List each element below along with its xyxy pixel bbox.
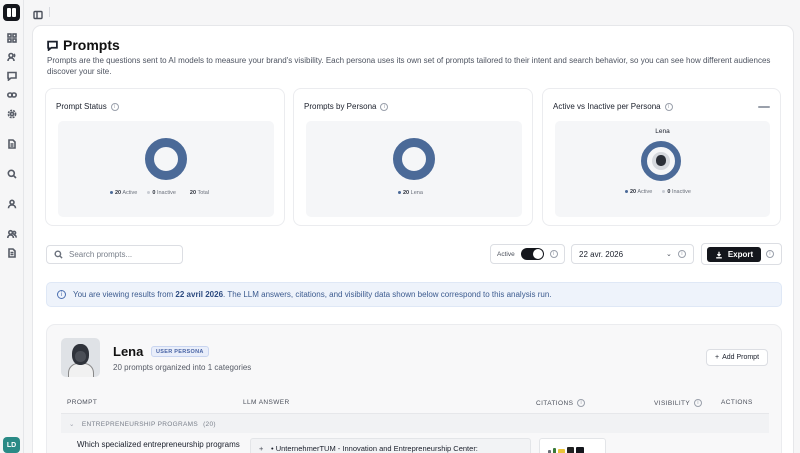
page-title: Prompts (63, 37, 120, 53)
legend-active: 20 Active (110, 190, 137, 196)
info-icon: i (57, 290, 66, 299)
card-title: Active vs Inactive per Persona i (553, 102, 673, 111)
report-icon[interactable] (6, 247, 17, 258)
active-inactive-legend: 20 Active 0 Inactive (625, 189, 691, 195)
chevron-down-icon: ⌄ (666, 251, 672, 258)
card-title: Prompt Status i (56, 102, 119, 111)
x-favicon-icon (576, 447, 584, 453)
legend-active: 20 Active (625, 189, 652, 195)
persona-summary: 20 prompts organized into 1 categories (113, 363, 252, 372)
favicon-icon (553, 448, 556, 453)
sidebar-toggle-icon[interactable] (33, 7, 43, 20)
user-avatar[interactable]: LD (3, 437, 20, 453)
info-icon[interactable]: i (678, 250, 686, 258)
main-panel: Prompts Prompts are the questions sent t… (32, 25, 794, 453)
export-label: Export (727, 250, 754, 259)
active-toggle[interactable] (520, 248, 544, 260)
category-count: (20) (203, 421, 216, 428)
analysis-date-banner: i You are viewing results from 22 avril … (46, 282, 782, 307)
info-icon[interactable]: i (664, 102, 673, 111)
search-input[interactable] (69, 250, 169, 259)
favicon-icon (558, 449, 565, 453)
info-icon[interactable]: i (577, 399, 586, 407)
date-select[interactable]: 22 avr. 2026 ⌄ i (571, 244, 694, 264)
expand-plus-icon[interactable]: + (259, 444, 263, 453)
info-icon[interactable]: i (549, 250, 558, 258)
plus-icon: + (714, 354, 720, 361)
prompts-by-persona-card: Prompts by Persona i 20 Lena (293, 88, 533, 226)
date-select-value: 22 avr. 2026 (579, 249, 624, 259)
column-header-visibility: VISIBILITY i (654, 399, 703, 407)
collapse-icon[interactable] (758, 106, 770, 108)
prompts-chat-icon[interactable] (6, 70, 17, 81)
app-logo-icon[interactable] (3, 4, 20, 21)
persona-name: Lena (113, 344, 144, 359)
page-description: Prompts are the questions sent to AI mod… (47, 56, 771, 76)
search-box[interactable] (46, 245, 183, 264)
info-icon[interactable]: i (694, 399, 703, 407)
active-filter: Active i (490, 244, 565, 264)
persona-legend: 20 Lena (398, 190, 423, 196)
topbar-divider (49, 7, 50, 17)
card-title: Prompts by Persona i (304, 102, 389, 111)
dashboard-icon[interactable] (6, 32, 17, 43)
column-header-prompt: PROMPT (67, 399, 98, 406)
active-vs-inactive-card: Active vs Inactive per Persona i Lena 20… (542, 88, 781, 226)
info-icon[interactable]: i (110, 102, 119, 111)
chevron-down-icon: ⌄ (69, 421, 75, 428)
column-header-actions: ACTIONS (721, 399, 753, 406)
search-icon (54, 250, 63, 259)
user-icon[interactable] (6, 198, 17, 209)
prompts-chat-icon (47, 40, 58, 51)
persona-panel: Lena USER PERSONA 20 prompts organized i… (46, 324, 782, 453)
team-icon[interactable] (6, 228, 17, 239)
search-icon[interactable] (6, 168, 17, 179)
legend-lena: 20 Lena (398, 190, 423, 196)
document-icon[interactable] (6, 138, 17, 149)
left-sidebar: LD (0, 0, 24, 453)
prompt-cell: Which specialized entrepreneurship progr… (77, 440, 240, 449)
settings-gear-icon[interactable] (6, 108, 17, 119)
category-name: ENTREPRENEURSHIP PROGRAMS (81, 421, 198, 428)
legend-inactive: 0 Inactive (147, 190, 176, 196)
persona-type-badge: USER PERSONA (151, 346, 209, 357)
export-button[interactable]: Export (707, 247, 761, 262)
column-header-llm-answer: LLM ANSWER (243, 399, 290, 406)
active-filter-label: Active (497, 250, 515, 258)
persona-avatar (61, 338, 100, 377)
citations-cell[interactable] (539, 438, 606, 453)
legend-total: 20 Total (189, 190, 210, 196)
persona-chart-label: Lena (655, 128, 670, 135)
status-donut-chart (145, 138, 187, 180)
info-icon[interactable]: i (766, 250, 774, 258)
users-icon[interactable] (6, 51, 17, 62)
status-legend: 20 Active 0 Inactive 20 Total (110, 190, 209, 196)
persona-avatar-mini (652, 152, 670, 170)
banner-text: You are viewing results from 22 avril 20… (73, 290, 552, 299)
chart-area: 20 Lena (306, 121, 522, 217)
export-group: Export i (701, 243, 782, 265)
info-icon[interactable]: i (380, 102, 389, 111)
prompt-status-card: Prompt Status i 20 Active 0 Inactive 20 … (45, 88, 285, 226)
link-icon[interactable] (6, 89, 17, 100)
download-icon (716, 251, 722, 258)
chart-area: 20 Active 0 Inactive 20 Total (58, 121, 274, 217)
chart-area: Lena 20 Active 0 Inactive (555, 121, 770, 217)
persona-donut-chart (393, 138, 435, 180)
favicon-icon (567, 447, 574, 453)
citation-favicons (548, 447, 584, 453)
page-header: Prompts (47, 37, 120, 53)
add-prompt-button[interactable]: + Add Prompt (706, 349, 768, 366)
category-row[interactable]: ⌄ ENTREPRENEURSHIP PROGRAMS (20) (61, 414, 769, 433)
column-header-citations: CITATIONS i (536, 399, 586, 407)
legend-inactive: 0 Inactive (662, 189, 691, 195)
llm-answer-cell[interactable]: + • UnternehmerTUM - Innovation and Entr… (250, 438, 531, 453)
